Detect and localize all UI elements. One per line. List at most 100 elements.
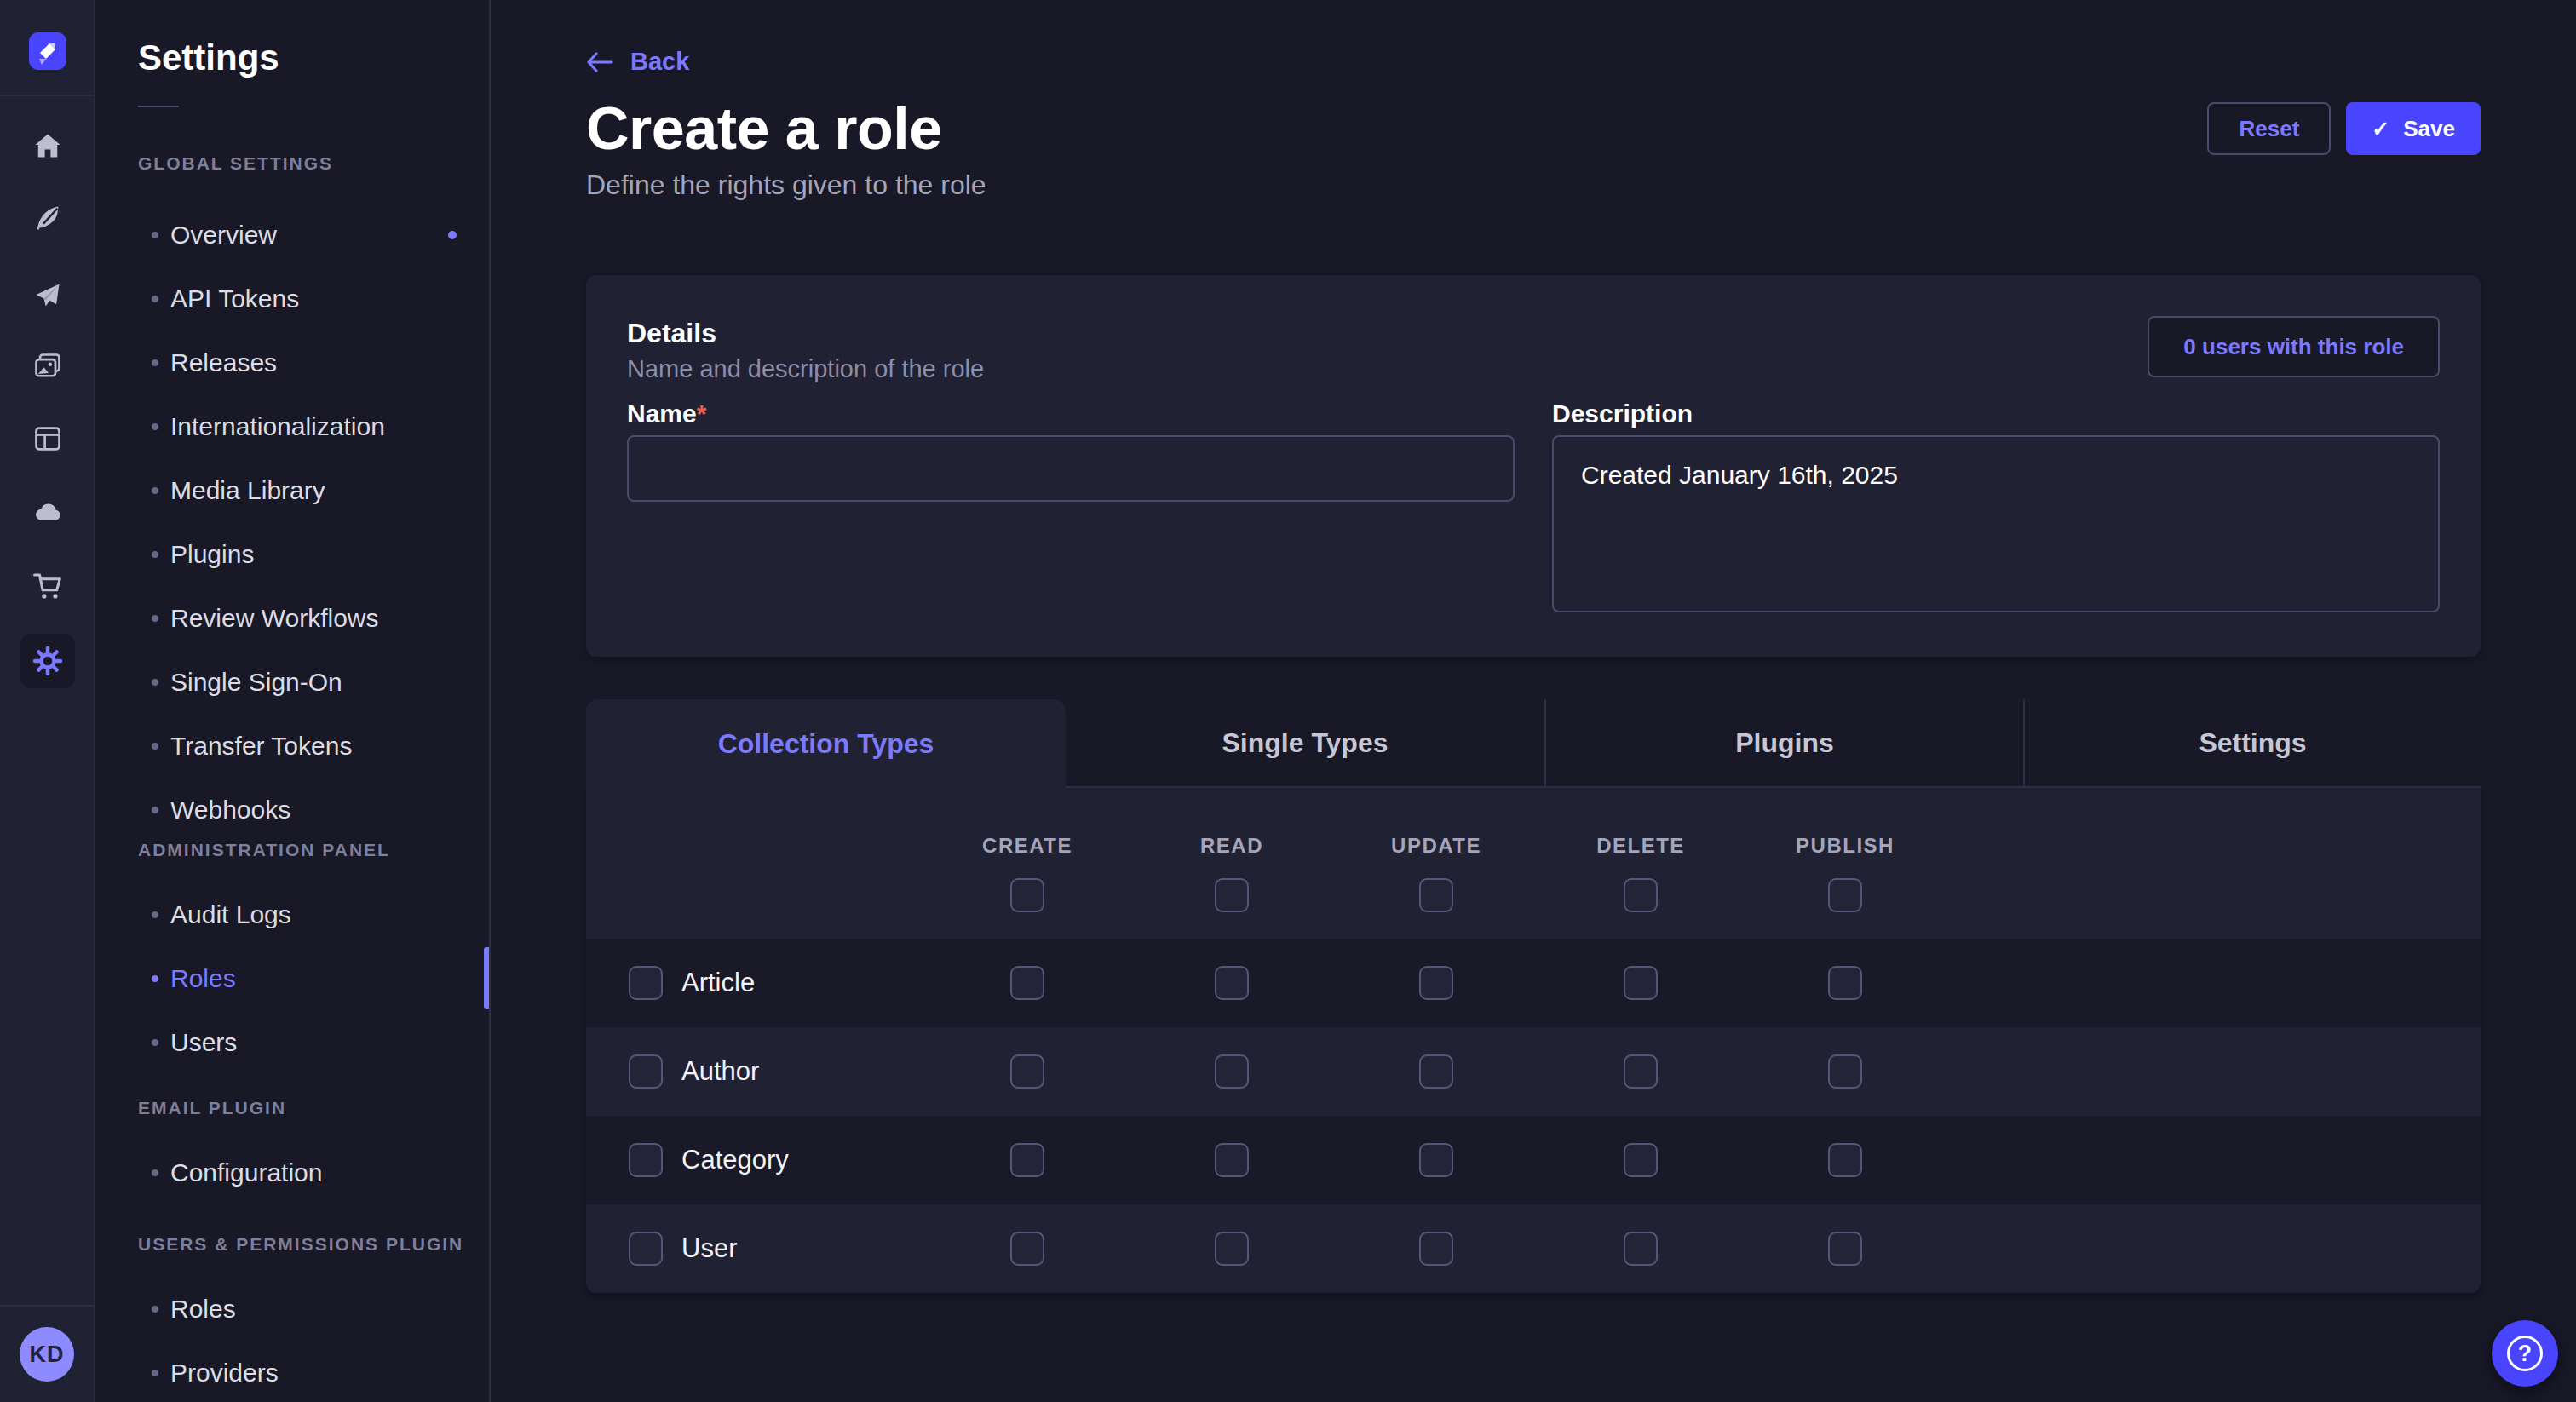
permissions-tabs: Collection Types Single Types Plugins Se… (586, 699, 2481, 788)
subnav-item-users[interactable]: Users (95, 1010, 489, 1074)
user-update-checkbox[interactable] (1419, 1232, 1453, 1266)
article-update-checkbox[interactable] (1419, 966, 1453, 1000)
bullet (152, 551, 158, 558)
bullet (152, 359, 158, 366)
layout-icon (32, 423, 63, 454)
subnav-item-media-library[interactable]: Media Library (95, 458, 489, 522)
permissions-header: CREATE READ UPDATE DELETE (586, 788, 2481, 939)
nav-media-library[interactable] (20, 339, 75, 394)
author-publish-checkbox[interactable] (1828, 1054, 1862, 1089)
author-delete-checkbox[interactable] (1624, 1054, 1658, 1089)
section-label: EMAIL PLUGIN (95, 1089, 489, 1127)
user-delete-checkbox[interactable] (1624, 1232, 1658, 1266)
feather-icon (32, 203, 63, 233)
name-input[interactable] (627, 435, 1515, 502)
category-publish-checkbox[interactable] (1828, 1143, 1862, 1177)
permission-row-user: User (586, 1204, 2481, 1293)
bullet (152, 232, 158, 238)
paper-plane-icon (32, 280, 63, 311)
nav-deploy[interactable] (20, 268, 75, 323)
user-avatar[interactable]: KD (20, 1327, 74, 1382)
author-create-checkbox[interactable] (1010, 1054, 1044, 1089)
user-create-checkbox[interactable] (1010, 1232, 1044, 1266)
row-select-checkbox[interactable] (629, 966, 663, 1000)
bullet (152, 1370, 158, 1376)
tab-plugins[interactable]: Plugins (1544, 699, 2023, 788)
subnav-item-webhooks[interactable]: Webhooks (95, 778, 489, 842)
tab-collection-types[interactable]: Collection Types (586, 699, 1066, 788)
permissions-table: CREATE READ UPDATE DELETE (586, 788, 2481, 1293)
subnav-item-transfer-tokens[interactable]: Transfer Tokens (95, 714, 489, 778)
help-icon: ? (2507, 1336, 2543, 1371)
user-read-checkbox[interactable] (1215, 1232, 1249, 1266)
bullet (152, 975, 158, 982)
name-field: Name* (627, 399, 1515, 616)
select-all-delete-checkbox[interactable] (1624, 878, 1658, 912)
details-card: Details Name and description of the role… (586, 275, 2481, 657)
article-read-checkbox[interactable] (1215, 966, 1249, 1000)
bullet (152, 1169, 158, 1176)
category-read-checkbox[interactable] (1215, 1143, 1249, 1177)
notification-dot (448, 231, 457, 239)
section-label: USERS & PERMISSIONS PLUGIN (95, 1226, 489, 1263)
bullet (152, 615, 158, 622)
back-link[interactable]: Back (586, 0, 689, 76)
subnav-item-up-roles[interactable]: Roles (95, 1277, 489, 1341)
description-textarea[interactable]: Created January 16th, 2025 (1552, 435, 2440, 612)
nav-marketplace[interactable] (20, 559, 75, 613)
cart-icon (32, 570, 64, 602)
subnav-item-review-workflows[interactable]: Review Workflows (95, 586, 489, 650)
nav-home[interactable] (20, 118, 75, 173)
category-delete-checkbox[interactable] (1624, 1143, 1658, 1177)
category-update-checkbox[interactable] (1419, 1143, 1453, 1177)
subnav-item-roles[interactable]: Roles (95, 946, 489, 1010)
nav-settings[interactable] (20, 634, 75, 688)
article-publish-checkbox[interactable] (1828, 966, 1862, 1000)
select-all-publish-checkbox[interactable] (1828, 878, 1862, 912)
user-publish-checkbox[interactable] (1828, 1232, 1862, 1266)
permission-row-category: Category (586, 1116, 2481, 1204)
select-all-create-checkbox[interactable] (1010, 878, 1044, 912)
row-select-checkbox[interactable] (629, 1232, 663, 1266)
subnav-item-configuration[interactable]: Configuration (95, 1141, 489, 1204)
save-button[interactable]: ✓ Save (2346, 102, 2481, 155)
nav-content-manager[interactable] (20, 191, 75, 245)
subnav-item-single-sign-on[interactable]: Single Sign-On (95, 650, 489, 714)
subnav-item-api-tokens[interactable]: API Tokens (95, 267, 489, 330)
row-select-checkbox[interactable] (629, 1143, 663, 1177)
nav-content-type-builder[interactable] (20, 411, 75, 466)
select-all-read-checkbox[interactable] (1215, 878, 1249, 912)
author-read-checkbox[interactable] (1215, 1054, 1249, 1089)
select-all-update-checkbox[interactable] (1419, 878, 1453, 912)
rail-divider-bottom (0, 1305, 94, 1307)
subnav-item-internationalization[interactable]: Internationalization (95, 394, 489, 458)
subnav-item-releases[interactable]: Releases (95, 330, 489, 394)
active-indicator (484, 947, 489, 1009)
subnav-item-providers[interactable]: Providers (95, 1341, 489, 1402)
tab-settings[interactable]: Settings (2023, 699, 2481, 788)
subnav-item-plugins[interactable]: Plugins (95, 522, 489, 586)
subnav-item-overview[interactable]: Overview (95, 203, 489, 267)
row-select-checkbox[interactable] (629, 1054, 663, 1089)
article-delete-checkbox[interactable] (1624, 966, 1658, 1000)
settings-subnav: Settings GLOBAL SETTINGS Overview API To… (95, 0, 491, 1402)
permission-row-author: Author (586, 1027, 2481, 1116)
back-arrow-icon (586, 51, 613, 73)
article-create-checkbox[interactable] (1010, 966, 1044, 1000)
users-with-role-button[interactable]: 0 users with this role (2148, 316, 2440, 377)
home-icon (32, 130, 63, 161)
strapi-logo[interactable] (29, 32, 66, 70)
category-create-checkbox[interactable] (1010, 1143, 1044, 1177)
nav-cloud[interactable] (20, 484, 75, 538)
tab-single-types[interactable]: Single Types (1066, 699, 1544, 788)
rail-divider (0, 95, 94, 96)
column-delete: DELETE (1538, 836, 1743, 912)
bullet (152, 743, 158, 750)
author-update-checkbox[interactable] (1419, 1054, 1453, 1089)
page-subtitle: Define the rights given to the role (586, 168, 2481, 202)
column-read: READ (1130, 836, 1334, 912)
reset-button[interactable]: Reset (2207, 102, 2331, 155)
help-button[interactable]: ? (2492, 1320, 2558, 1387)
page-title: Create a role (586, 96, 942, 161)
subnav-item-audit-logs[interactable]: Audit Logs (95, 882, 489, 946)
